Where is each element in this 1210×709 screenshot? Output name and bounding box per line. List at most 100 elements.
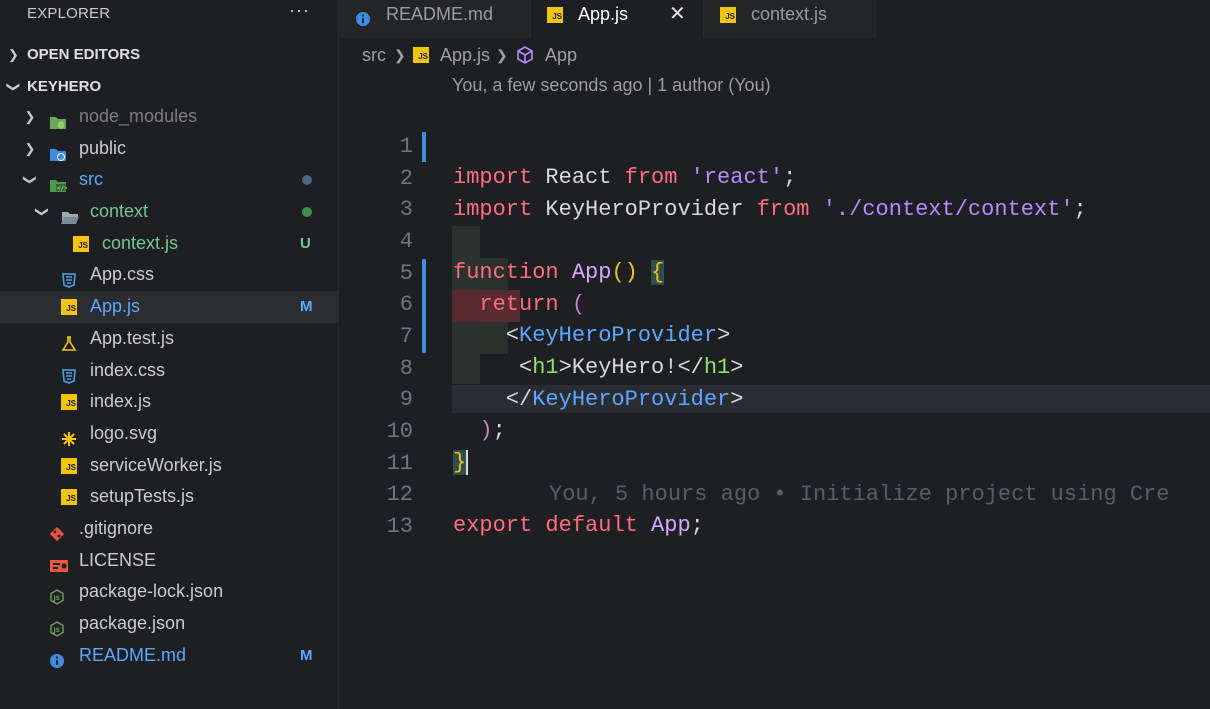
chevron-right-icon: ❯: [24, 109, 36, 124]
svg-text:JS: JS: [53, 627, 61, 634]
breadcrumb-item-symbol[interactable]: App: [545, 42, 577, 68]
svg-text:</>: </>: [57, 185, 67, 192]
js-file-icon: JS: [61, 299, 77, 316]
code-text: export default App;: [453, 513, 704, 539]
code-line: 2 import KeyHeroProvider from './context…: [339, 131, 1210, 223]
tree-item-label: package-lock.json: [79, 581, 224, 602]
js-file-icon: JS: [61, 457, 77, 474]
code-line: 3: [339, 162, 1210, 222]
tree-item-app-css[interactable]: App.css: [0, 259, 338, 291]
tree-item-label: context.js: [102, 232, 179, 253]
chevron-right-icon: ❯: [496, 47, 508, 63]
tree-item-label: index.css: [90, 359, 166, 380]
nodejs-icon: JS: [49, 584, 65, 606]
js-file-icon: JS: [720, 7, 736, 23]
explorer-title: EXPLORER: [27, 5, 111, 22]
git-status-badge: M: [300, 298, 313, 316]
tree-item-license[interactable]: LICENSE: [0, 545, 338, 577]
codelens-blame[interactable]: You, a few seconds ago | 1 author (You): [452, 75, 771, 96]
file-tree: ❯ node_modules ❯ public ❯ </> src ❯ cont…: [0, 101, 338, 671]
code-line: 12 export default App;: [339, 447, 1210, 539]
folder-src-icon: </>: [49, 172, 68, 193]
tree-item-label: serviceWorker.js: [90, 454, 222, 475]
tree-item-label: App.js: [90, 296, 141, 317]
tab-context-js[interactable]: JS context.js: [704, 0, 875, 38]
folder-public-icon: [49, 141, 66, 161]
section-open-editors[interactable]: ❯ OPEN EDITORS: [0, 40, 338, 70]
tree-item-logo-svg[interactable]: logo.svg: [0, 418, 338, 450]
tree-item-label: LICENSE: [79, 549, 157, 570]
tree-item-label: App.test.js: [90, 327, 175, 348]
git-status-badge: M: [300, 646, 313, 664]
tab-app-js[interactable]: JS App.js ✕: [531, 0, 703, 38]
tab-divider: [875, 0, 876, 38]
tree-item-setup-tests-js[interactable]: JS setupTests.js: [0, 481, 338, 513]
untracked-dot-icon: [302, 207, 312, 218]
tree-item-context-js[interactable]: JS context.js U: [0, 228, 338, 260]
explorer-sidebar: EXPLORER ··· ❯ OPEN EDITORS ❯ KEYHERO ❯ …: [0, 0, 339, 709]
tree-item-label: node_modules: [79, 106, 198, 126]
git-status-badge: U: [300, 234, 311, 252]
tree-item-package-json[interactable]: JS package.json: [0, 608, 338, 640]
tree-item-src[interactable]: ❯ </> src: [0, 164, 338, 196]
more-actions-icon[interactable]: ···: [289, 0, 310, 21]
tree-item-context[interactable]: ❯ context: [0, 196, 338, 228]
js-file-icon: JS: [73, 235, 89, 252]
chevron-right-icon: ❯: [24, 140, 36, 156]
code-line: 9 );: [339, 352, 1210, 444]
code-line: 8 </KeyHeroProvider>: [339, 321, 1210, 413]
chevron-down-icon: ❯: [22, 174, 38, 186]
tree-item-label: package.json: [79, 613, 186, 633]
tree-item-label: logo.svg: [90, 422, 158, 443]
tab-readme-md[interactable]: README.md: [339, 0, 530, 38]
tree-item-app-test-js[interactable]: App.test.js: [0, 323, 338, 355]
tree-item-label: README.md: [79, 644, 187, 665]
chevron-right-icon: ❯: [8, 47, 19, 62]
info-icon: [49, 648, 65, 668]
modified-dot-icon: [302, 175, 312, 186]
code-line: 6 <KeyHeroProvider>: [339, 257, 1210, 349]
css-file-icon: [61, 363, 77, 384]
breadcrumb-item-file[interactable]: App.js: [440, 42, 490, 68]
line-number: 13: [386, 513, 413, 539]
tree-item-label: src: [79, 169, 103, 190]
code-editor[interactable]: You, a few seconds ago | 1 author (You) …: [339, 72, 1210, 709]
tree-item-package-lock-json[interactable]: JS package-lock.json: [0, 576, 338, 608]
tree-item-label: public: [79, 137, 127, 158]
svg-file-icon: [61, 426, 77, 446]
editor-tab-bar: README.md JS App.js ✕ JS context.js: [339, 0, 1210, 38]
tree-item-index-css[interactable]: index.css: [0, 355, 338, 387]
svg-text:JS: JS: [53, 595, 61, 602]
tab-label: README.md: [386, 4, 494, 24]
css-file-icon: [61, 267, 77, 289]
info-icon: [355, 7, 371, 26]
js-file-icon: JS: [413, 47, 429, 63]
tree-item-public[interactable]: ❯ public: [0, 133, 338, 165]
tree-item-label: context: [90, 201, 149, 222]
section-label: OPEN EDITORS: [27, 46, 141, 63]
symbol-component-icon: [515, 45, 535, 72]
code-line: 4 function App() {: [339, 194, 1210, 286]
tree-item-app-js[interactable]: JS App.js M: [0, 291, 338, 323]
tree-item-label: App.css: [90, 264, 155, 285]
license-icon: [49, 553, 68, 572]
tree-item-label: .gitignore: [79, 517, 154, 538]
section-project[interactable]: ❯ KEYHERO: [0, 72, 338, 102]
tree-item-readme-md[interactable]: README.md M: [0, 640, 338, 672]
js-file-icon: JS: [61, 394, 77, 411]
tree-item-label: index.js: [90, 391, 152, 412]
tree-item-service-worker-js[interactable]: JS serviceWorker.js: [0, 450, 338, 482]
tree-item-node-modules[interactable]: ❯ node_modules: [0, 101, 338, 133]
chevron-down-icon: ❯: [6, 81, 22, 93]
folder-open-icon: [61, 204, 79, 225]
code-line: 11: [339, 416, 1210, 476]
tab-label: App.js: [578, 4, 629, 24]
chevron-right-icon: ❯: [394, 47, 406, 63]
breadcrumb-item-src[interactable]: src: [362, 42, 386, 68]
close-icon[interactable]: ✕: [669, 0, 686, 28]
js-file-icon: JS: [547, 7, 563, 23]
folder-node-icon: [49, 109, 66, 129]
tree-item-index-js[interactable]: JS index.js: [0, 386, 338, 418]
code-line: 1 import React from 'react';: [339, 99, 1210, 191]
tree-item-gitignore[interactable]: .gitignore: [0, 513, 338, 545]
